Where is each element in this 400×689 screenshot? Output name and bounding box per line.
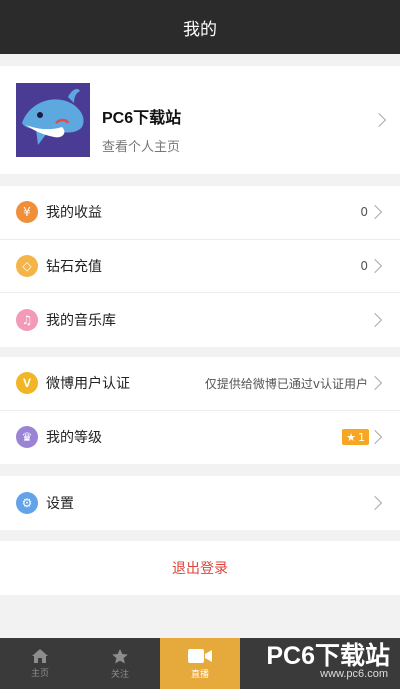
logout-button[interactable]: 退出登录: [0, 541, 400, 595]
watermark-logo: PC6下载站: [266, 642, 390, 670]
star-icon: ★: [346, 430, 356, 444]
page-title: 我的: [183, 19, 217, 40]
chevron-right-icon: [367, 258, 383, 273]
menu-item-label: 微博用户认证: [46, 376, 130, 393]
avatar: [16, 83, 90, 157]
menu-item-diamond-recharge[interactable]: ◇ 钻石充值 0: [0, 240, 400, 293]
verified-v-icon: V: [16, 372, 38, 395]
menu-item-label: 我的等级: [46, 430, 102, 447]
menu-group-3: ⚙ 设置: [0, 476, 400, 530]
menu-group-1: ¥ 我的收益 0 ◇ 钻石充值 0 ♫ 我的音乐库: [0, 186, 400, 347]
menu-item-label: 钻石充值: [46, 258, 102, 275]
profile-name: PC6下载站: [102, 110, 182, 127]
menu-group-2: V 微博用户认证 仅提供给微博已通过v认证用户 ♛ 我的等级 ★ 1: [0, 357, 400, 464]
star-icon: [112, 648, 128, 663]
watermark-url: www.pc6.com: [320, 668, 388, 680]
music-icon: ♫: [16, 308, 38, 331]
menu-item-label: 我的收益: [46, 205, 102, 222]
menu-item-settings[interactable]: ⚙ 设置: [0, 476, 400, 530]
menu-item-weibo-verify[interactable]: V 微博用户认证 仅提供给微博已通过v认证用户: [0, 357, 400, 411]
tab-label: 主页: [30, 669, 49, 679]
chevron-right-icon: [371, 112, 387, 128]
chevron-right-icon: [367, 205, 383, 220]
menu-item-my-level[interactable]: ♛ 我的等级 ★ 1: [0, 411, 400, 465]
menu-item-earnings[interactable]: ¥ 我的收益 0: [0, 186, 400, 240]
diamond-icon: ◇: [16, 254, 38, 277]
dolphin-icon: [16, 83, 90, 157]
chevron-right-icon: [367, 430, 383, 445]
chevron-right-icon: [367, 312, 383, 327]
profile-card[interactable]: PC6下载站 查看个人主页: [0, 66, 400, 174]
level-badge: ★ 1: [342, 429, 369, 446]
tab-live[interactable]: 直播: [160, 638, 240, 689]
tab-label: 关注: [110, 669, 129, 680]
tab-home[interactable]: 主页: [0, 638, 80, 689]
logout-label: 退出登录: [172, 561, 228, 577]
crown-icon: ♛: [16, 426, 38, 449]
level-value: 1: [358, 430, 365, 444]
menu-item-label: 设置: [46, 495, 74, 512]
video-camera-icon: [188, 649, 212, 663]
profile-subtitle: 查看个人主页: [102, 140, 181, 155]
menu-item-value: 仅提供给微博已通过v认证用户: [204, 376, 368, 391]
menu-item-value: 0: [360, 205, 368, 220]
tab-label: 直播: [190, 670, 209, 680]
menu-item-label: 我的音乐库: [46, 312, 116, 329]
yen-icon: ¥: [16, 201, 38, 224]
settings-icon: ⚙: [16, 491, 38, 514]
tab-follow[interactable]: 关注: [80, 638, 160, 689]
top-bar: 我的: [0, 0, 400, 54]
home-icon: [32, 649, 48, 663]
menu-item-music-library[interactable]: ♫ 我的音乐库: [0, 293, 400, 347]
chevron-right-icon: [367, 495, 383, 510]
chevron-right-icon: [367, 376, 383, 391]
